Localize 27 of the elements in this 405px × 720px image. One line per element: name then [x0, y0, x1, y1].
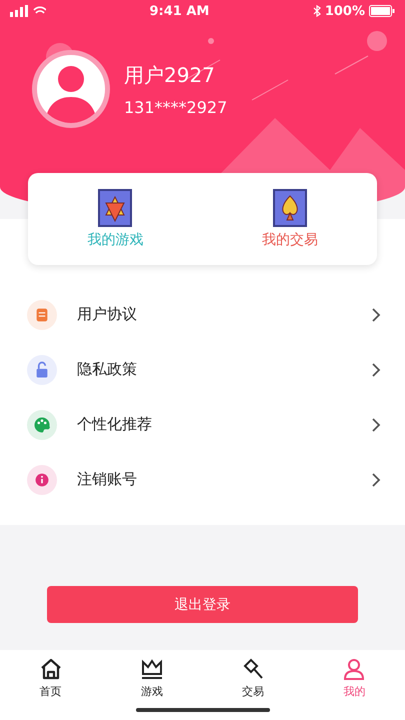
logout-button[interactable]: 退出登录: [47, 586, 358, 623]
phone-number: 131****2927: [124, 98, 228, 116]
menu-label: 隐私政策: [77, 360, 138, 379]
tab[interactable]: 交易: [202, 650, 304, 708]
menu-label: 用户协议: [77, 305, 138, 324]
tab[interactable]: 首页: [0, 650, 102, 708]
tab[interactable]: 游戏: [101, 650, 202, 708]
menu-item[interactable]: 注销账号: [0, 452, 405, 507]
chevron-right-icon: [371, 306, 381, 322]
chevron-right-icon: [371, 362, 381, 378]
battery-percent: 100%: [324, 4, 365, 18]
tab[interactable]: 我的: [304, 650, 405, 708]
battery-icon: [369, 5, 395, 17]
status-time: 9:41 AM: [149, 4, 210, 18]
shortcut-link[interactable]: 我的交易: [262, 231, 318, 249]
menu-item[interactable]: 隐私政策: [0, 342, 405, 397]
spade-card-icon: [272, 189, 307, 227]
chevron-right-icon: [371, 416, 381, 432]
chevron-right-icon: [371, 472, 381, 488]
bluetooth-icon: [312, 5, 321, 17]
menu-label: 个性化推荐: [77, 415, 153, 434]
star-card-icon: [98, 189, 132, 227]
menu-item[interactable]: 个性化推荐: [0, 397, 405, 452]
menu-label: 注销账号: [77, 470, 138, 489]
menu-item[interactable]: 用户协议: [0, 287, 405, 342]
user-name: 用户2927: [124, 62, 216, 88]
signal-wifi-icon: [10, 5, 46, 17]
